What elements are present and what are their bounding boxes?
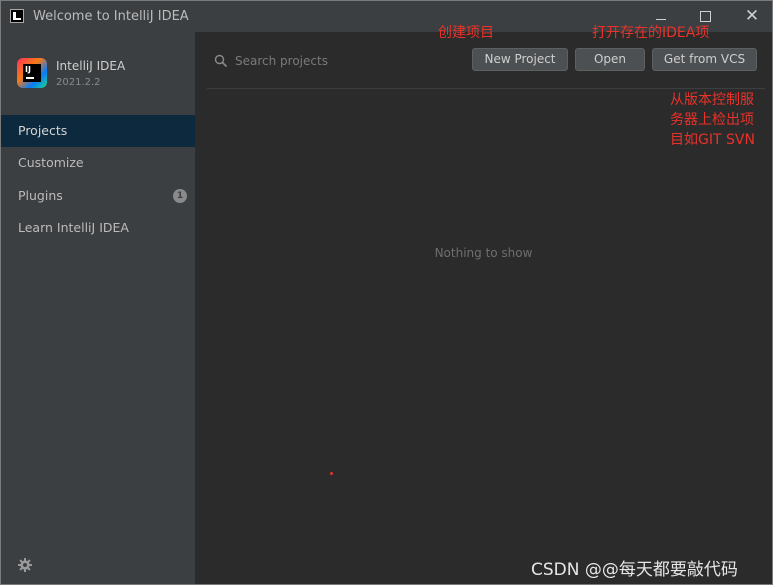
annotation-vcs-line: 目如GIT SVN (670, 132, 755, 148)
annotation-vcs-line: 务器上检出项 (670, 112, 754, 128)
watermark: CSDN @@每天都要敲代码 (531, 560, 738, 580)
search-input[interactable] (233, 50, 437, 72)
product-name: IntelliJ IDEA (56, 59, 126, 73)
close-icon: ✕ (744, 6, 760, 26)
search-icon (214, 53, 228, 68)
separator (207, 88, 765, 89)
sidebar-item-label: Learn IntelliJ IDEA (18, 220, 129, 235)
product-version: 2021.2.2 (56, 77, 101, 88)
sidebar: IJ IntelliJ IDEA 2021.2.2 Projects Custo… (1, 32, 195, 584)
sidebar-item-label: Projects (18, 123, 68, 138)
annotation-open: 打开存在的IDEA项 (592, 25, 710, 41)
close-button[interactable]: ✕ (739, 5, 765, 27)
maximize-icon (699, 10, 711, 22)
red-dot-marker (330, 472, 333, 475)
sidebar-item-label: Customize (18, 155, 84, 170)
get-from-vcs-button[interactable]: Get from VCS (652, 48, 757, 71)
annotation-new-project: 创建项目 (438, 25, 494, 41)
plugins-update-badge: 1 (173, 189, 187, 203)
new-project-button[interactable]: New Project (472, 48, 568, 71)
minimize-icon (656, 18, 666, 20)
annotation-vcs-line: 从版本控制服 (670, 92, 754, 108)
intellij-logo-icon: IJ (17, 58, 47, 88)
gear-icon[interactable] (18, 557, 32, 572)
open-button[interactable]: Open (575, 48, 645, 71)
sidebar-item-plugins[interactable]: Plugins 1 (1, 180, 195, 212)
intellij-app-icon (10, 9, 24, 23)
window-title: Welcome to IntelliJ IDEA (33, 9, 189, 24)
sidebar-item-learn[interactable]: Learn IntelliJ IDEA (1, 212, 195, 244)
annotation-vcs: 从版本控制服 务器上检出项 目如GIT SVN (670, 90, 770, 150)
sidebar-item-label: Plugins (18, 188, 63, 203)
empty-state-text: Nothing to show (434, 246, 533, 260)
sidebar-item-customize[interactable]: Customize (1, 147, 195, 179)
sidebar-item-projects[interactable]: Projects (1, 115, 195, 147)
